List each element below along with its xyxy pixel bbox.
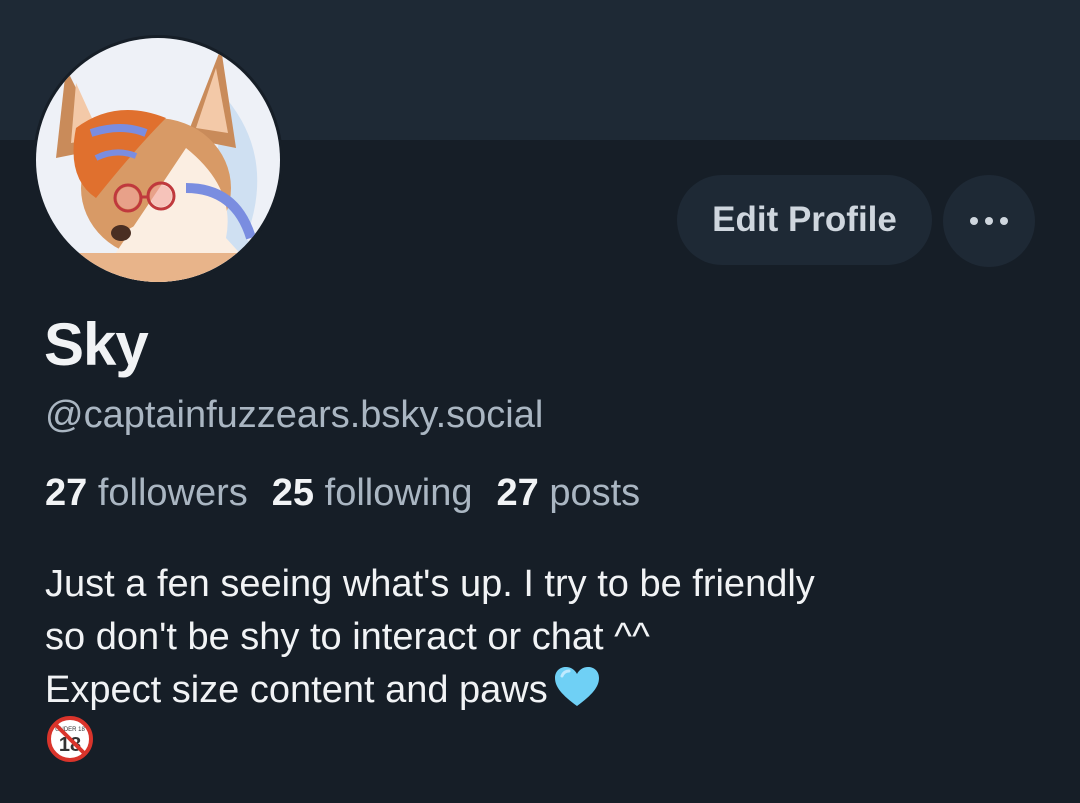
profile-avatar[interactable] xyxy=(33,35,283,285)
bio-line: Just a fen seeing what's up. I try to be… xyxy=(45,563,815,605)
profile-bio: Just a fen seeing what's up. I try to be… xyxy=(45,558,1045,717)
posts-label: posts xyxy=(549,472,641,514)
followers-count: 27 xyxy=(45,472,88,514)
more-options-button[interactable] xyxy=(943,175,1035,267)
following-count: 25 xyxy=(271,472,315,514)
light-blue-heart-icon xyxy=(554,667,599,706)
edit-profile-button[interactable]: Edit Profile xyxy=(677,175,932,265)
posts-count: 27 xyxy=(496,472,539,514)
following-link[interactable]: 25 following xyxy=(272,472,473,515)
bio-line: so don't be shy to interact or chat ^^ xyxy=(45,611,1045,664)
bio-line: Expect size content and paws xyxy=(45,664,1045,717)
ellipsis-icon xyxy=(970,217,1008,225)
fox-character-avatar-icon xyxy=(36,38,280,282)
profile-stats: 27 followers 25 following 27 posts xyxy=(45,472,664,515)
followers-label: followers xyxy=(97,472,248,514)
no-under-18-icon: UNDER 18 18 xyxy=(47,716,93,762)
profile-handle: @captainfuzzears.bsky.social xyxy=(45,394,544,436)
display-name: Sky xyxy=(44,311,149,378)
bio-line-text: so don't be shy to interact or chat ^^ xyxy=(45,616,650,658)
following-label: following xyxy=(324,472,473,514)
bio-line-text: Expect size content and paws xyxy=(45,669,548,711)
posts-stat: 27 posts xyxy=(497,472,641,515)
followers-link[interactable]: 27 followers xyxy=(45,472,248,515)
